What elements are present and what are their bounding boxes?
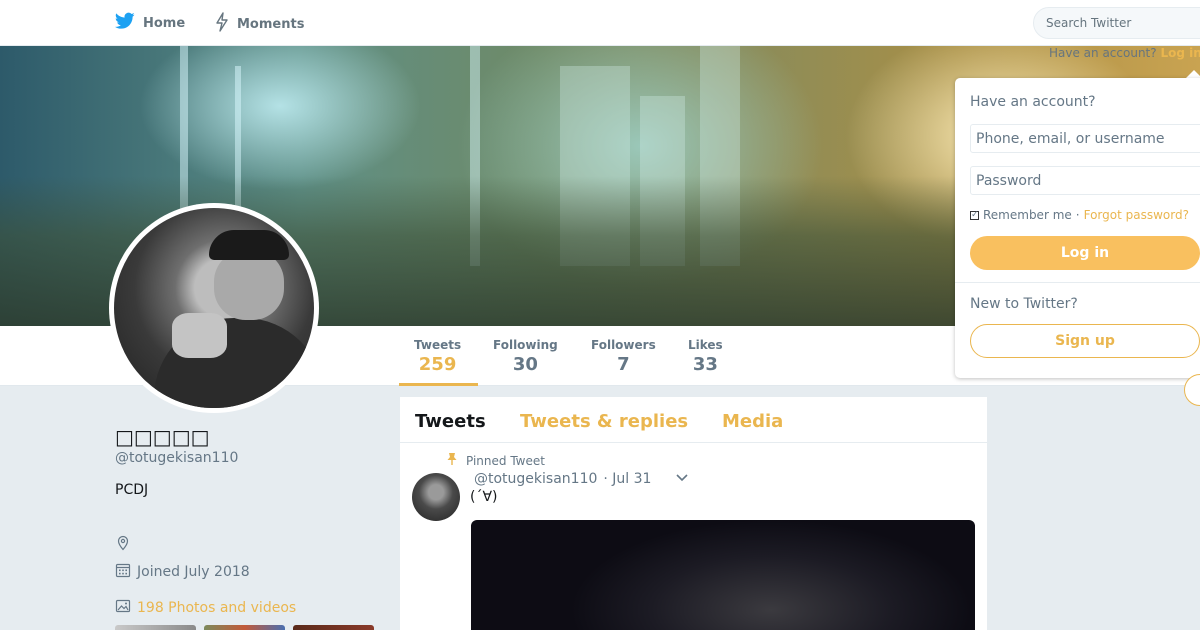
profile-joined: Joined July 2018	[115, 562, 250, 582]
nav-moments[interactable]: Moments	[215, 12, 304, 36]
remember-me-row: ✓ Remember me · Forgot password?	[970, 208, 1189, 222]
tab-tweets-replies[interactable]: Tweets & replies	[520, 411, 688, 432]
pinned-text: Pinned Tweet	[466, 453, 545, 468]
tweet-text: (´∀)	[470, 489, 498, 505]
tweet-date[interactable]: · Jul 31	[603, 471, 651, 487]
tweet-header: @totugekisan110 · Jul 31	[474, 471, 689, 487]
photo-thumbnails	[115, 625, 374, 630]
chevron-down-icon[interactable]	[675, 471, 689, 487]
photo-thumbnail[interactable]	[115, 625, 196, 630]
nav-home[interactable]: Home	[115, 12, 185, 34]
nav-moments-label: Moments	[237, 16, 305, 32]
stat-value: 33	[692, 354, 718, 375]
timeline-tabs: Tweets Tweets & replies Media	[400, 397, 987, 443]
have-account-prompt: Have an account? Log in	[1049, 46, 1200, 60]
tweet-handle[interactable]: @totugekisan110	[474, 471, 597, 487]
login-dropdown: Have an account? ✓ Remember me · Forgot …	[955, 78, 1200, 378]
moments-icon	[215, 12, 229, 36]
stat-value: 30	[512, 354, 538, 375]
password-input[interactable]	[970, 166, 1200, 195]
active-stat-underline	[399, 383, 478, 386]
have-account-text: Have an account?	[1049, 46, 1157, 60]
stat-tweets[interactable]: Tweets 259	[414, 338, 461, 375]
photo-thumbnail[interactable]	[293, 625, 374, 630]
timeline-card: Tweets Tweets & replies Media Pinned Twe…	[400, 397, 987, 630]
stat-followers[interactable]: Followers 7	[591, 338, 656, 375]
top-navigation-bar: Home Moments	[0, 0, 1200, 46]
search-input[interactable]	[1033, 7, 1200, 39]
photo-icon	[115, 598, 131, 618]
pinned-tweet-label: Pinned Tweet	[446, 452, 545, 469]
stat-value: 259	[418, 354, 457, 375]
stat-label: Following	[493, 338, 558, 352]
stat-likes[interactable]: Likes 33	[688, 338, 723, 375]
tab-tweets[interactable]: Tweets	[415, 411, 486, 432]
stat-label: Tweets	[414, 338, 462, 352]
photos-videos-link[interactable]: 198 Photos and videos	[137, 600, 296, 616]
tweet-media-image[interactable]	[471, 520, 975, 630]
tab-media[interactable]: Media	[722, 411, 783, 432]
stat-label: Followers	[591, 338, 656, 352]
stat-label: Likes	[688, 338, 723, 352]
joined-text: Joined July 2018	[137, 564, 250, 580]
pin-icon	[446, 452, 458, 469]
login-button[interactable]: Log in	[970, 236, 1200, 270]
remember-me-label[interactable]: Remember me	[983, 208, 1072, 222]
profile-name[interactable]: □□□□□	[115, 425, 209, 449]
stat-following[interactable]: Following 30	[493, 338, 558, 375]
profile-location	[115, 535, 131, 555]
profile-avatar[interactable]	[109, 203, 319, 413]
new-to-twitter-text: New to Twitter?	[970, 296, 1078, 312]
profile-bio: PCDJ	[115, 482, 149, 498]
photo-thumbnail[interactable]	[204, 625, 285, 630]
divider	[955, 282, 1200, 283]
username-input[interactable]	[970, 124, 1200, 153]
signup-button[interactable]: Sign up	[970, 324, 1200, 358]
profile-handle[interactable]: @totugekisan110	[115, 450, 238, 466]
stat-value: 7	[617, 354, 630, 375]
calendar-icon	[115, 562, 131, 582]
twitter-bird-icon	[115, 12, 135, 34]
login-title: Have an account?	[970, 94, 1096, 110]
separator: ·	[1075, 208, 1080, 222]
location-icon	[115, 535, 131, 555]
profile-photos[interactable]: 198 Photos and videos	[115, 598, 296, 618]
tweet-avatar[interactable]	[412, 473, 460, 521]
forgot-password-link[interactable]: Forgot password?	[1084, 208, 1189, 222]
login-dropdown-caret	[1186, 70, 1200, 78]
nav-home-label: Home	[143, 15, 186, 31]
login-link[interactable]: Log in	[1160, 46, 1200, 60]
remember-me-checkbox[interactable]: ✓	[970, 210, 979, 220]
